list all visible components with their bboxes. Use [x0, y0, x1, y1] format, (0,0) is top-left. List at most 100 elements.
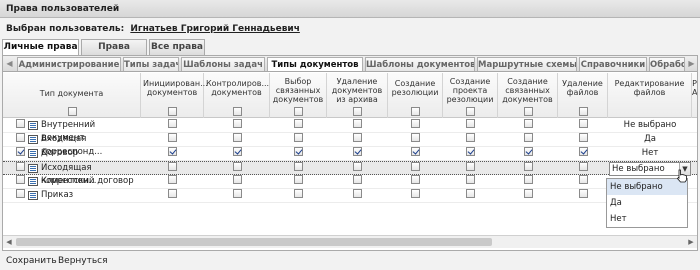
perm-res-checkbox[interactable]	[411, 147, 420, 156]
table-row-selected[interactable]: Исходящая корреспон... Не выбрано ▼	[3, 161, 697, 186]
perm-edit-files-value[interactable]: Да	[608, 133, 692, 147]
col-header-edit-files[interactable]: Редактирование файлов	[608, 73, 692, 118]
tab-all-rights[interactable]: Все права	[149, 39, 205, 55]
perm-res-checkbox[interactable]	[411, 162, 420, 171]
scroll-left-icon[interactable]: ◀	[3, 236, 15, 248]
perm-del-files-checkbox[interactable]	[578, 189, 588, 198]
perm-res-checkbox[interactable]	[411, 189, 420, 198]
perm-del-arch-checkbox[interactable]	[353, 189, 362, 198]
row-checkbox[interactable]	[16, 147, 25, 156]
perm-init-checkbox[interactable]	[168, 189, 177, 198]
perm-init-checkbox[interactable]	[168, 147, 177, 156]
perm-res-checkbox[interactable]	[411, 119, 420, 128]
tab-personal-rights[interactable]: Личные права	[2, 39, 79, 56]
perm-ctrl-checkbox[interactable]	[232, 147, 242, 156]
horizontal-scrollbar[interactable]: ◀ ▶	[3, 235, 697, 248]
table-row[interactable]: Входящая корреспонд... Да	[3, 133, 697, 157]
subtab-processing[interactable]: Обрабо	[649, 57, 685, 71]
col-res-checkbox[interactable]	[411, 107, 420, 116]
perm-linked-checkbox[interactable]	[294, 175, 303, 184]
perm-edit-files-value[interactable]: Не выбрано	[608, 119, 692, 133]
subtab-document-types[interactable]: Типы документов	[267, 57, 363, 71]
perm-init-checkbox[interactable]	[168, 133, 177, 142]
save-button[interactable]: Сохранить	[6, 255, 57, 267]
row-checkbox[interactable]	[16, 119, 25, 128]
back-button[interactable]: Вернуться	[58, 255, 108, 267]
table-row[interactable]: Клиентский договор	[3, 175, 697, 189]
perm-create-linked-checkbox[interactable]	[523, 162, 533, 171]
perm-ctrl-checkbox[interactable]	[232, 189, 242, 198]
col-header-del-files[interactable]: Удаление файлов	[558, 73, 608, 118]
perm-ctrl-checkbox[interactable]	[232, 133, 242, 142]
dropdown-option-not-selected[interactable]: Не выбрано	[607, 179, 687, 195]
perm-init-checkbox[interactable]	[168, 162, 177, 171]
col-del-files-checkbox[interactable]	[578, 107, 588, 116]
col-proj-checkbox[interactable]	[466, 107, 475, 116]
col-header-proj[interactable]: Создание проекта резолюции	[443, 73, 498, 118]
perm-res-checkbox[interactable]	[411, 133, 420, 142]
perm-del-files-checkbox[interactable]	[578, 133, 588, 142]
subtab-task-templates[interactable]: Шаблоны задач	[181, 57, 265, 71]
col-header-res[interactable]: Создание резолюции	[388, 73, 443, 118]
tab-group-rights[interactable]: Права групп	[81, 39, 147, 67]
col-create-linked-checkbox[interactable]	[523, 107, 533, 116]
col-del-arch-checkbox[interactable]	[353, 107, 362, 116]
col-header-init[interactable]: Инициирован... документов	[141, 73, 208, 118]
tabs-scroll-right-icon[interactable]: ▶	[685, 57, 697, 71]
perm-linked-checkbox[interactable]	[294, 189, 303, 198]
perm-proj-checkbox[interactable]	[466, 162, 475, 171]
perm-init-checkbox[interactable]	[168, 119, 177, 128]
tabs-scroll-left-icon[interactable]: ◀	[3, 57, 16, 71]
select-all-checkbox[interactable]	[67, 107, 77, 116]
perm-del-files-checkbox[interactable]	[578, 162, 588, 171]
perm-create-linked-checkbox[interactable]	[523, 147, 533, 156]
col-header-more[interactable]: Р А	[692, 73, 697, 118]
perm-del-files-checkbox[interactable]	[578, 175, 588, 184]
perm-create-linked-checkbox[interactable]	[523, 189, 533, 198]
subtab-route-schemes[interactable]: Маршрутные схемы	[477, 57, 577, 71]
perm-del-arch-checkbox[interactable]	[353, 119, 362, 128]
subtab-administration[interactable]: Администрирование	[17, 57, 121, 71]
perm-proj-checkbox[interactable]	[466, 133, 475, 142]
dropdown-option-no[interactable]: Нет	[607, 211, 687, 227]
row-checkbox[interactable]	[16, 162, 25, 171]
row-checkbox[interactable]	[16, 175, 25, 184]
perm-edit-files-value[interactable]: Нет	[608, 147, 692, 161]
table-row[interactable]: Договор Нет	[3, 147, 697, 161]
scroll-right-icon[interactable]: ▶	[685, 236, 697, 248]
row-checkbox[interactable]	[16, 133, 25, 142]
perm-ctrl-checkbox[interactable]	[232, 119, 242, 128]
perm-del-files-checkbox[interactable]	[578, 119, 588, 128]
perm-create-linked-checkbox[interactable]	[523, 175, 533, 184]
perm-ctrl-checkbox[interactable]	[232, 175, 242, 184]
perm-del-arch-checkbox[interactable]	[353, 147, 362, 156]
table-row[interactable]: Приказ	[3, 189, 697, 203]
col-header-ctrl[interactable]: Контролиров... документов	[204, 73, 270, 118]
col-header-create-linked[interactable]: Создание связанных документов	[498, 73, 558, 118]
col-linked-checkbox[interactable]	[294, 107, 303, 116]
subtab-task-types[interactable]: Типы задач	[123, 57, 179, 71]
perm-del-arch-checkbox[interactable]	[353, 133, 362, 142]
col-header-linked[interactable]: Выбор связанных документов	[270, 73, 327, 118]
scrollbar-thumb[interactable]	[16, 238, 492, 246]
col-header-type[interactable]: Тип документа	[3, 73, 141, 118]
perm-proj-checkbox[interactable]	[466, 189, 475, 198]
col-ctrl-checkbox[interactable]	[232, 107, 242, 116]
col-init-checkbox[interactable]	[168, 107, 177, 116]
subtab-directories[interactable]: Справочники	[579, 57, 647, 71]
perm-linked-checkbox[interactable]	[294, 147, 303, 156]
perm-res-checkbox[interactable]	[411, 175, 420, 184]
perm-create-linked-checkbox[interactable]	[523, 133, 533, 142]
table-row[interactable]: Внутренний документ Не выбрано	[3, 119, 697, 143]
perm-init-checkbox[interactable]	[168, 175, 177, 184]
perm-del-arch-checkbox[interactable]	[353, 175, 362, 184]
perm-del-arch-checkbox[interactable]	[353, 162, 362, 171]
selected-user-name[interactable]: Игнатьев Григорий Геннадьевич	[130, 24, 300, 34]
perm-linked-checkbox[interactable]	[294, 119, 303, 128]
perm-create-linked-checkbox[interactable]	[523, 119, 533, 128]
row-checkbox[interactable]	[16, 189, 25, 198]
dropdown-option-yes[interactable]: Да	[607, 195, 687, 211]
perm-proj-checkbox[interactable]	[466, 119, 475, 128]
perm-ctrl-checkbox[interactable]	[232, 162, 242, 171]
perm-linked-checkbox[interactable]	[294, 133, 303, 142]
